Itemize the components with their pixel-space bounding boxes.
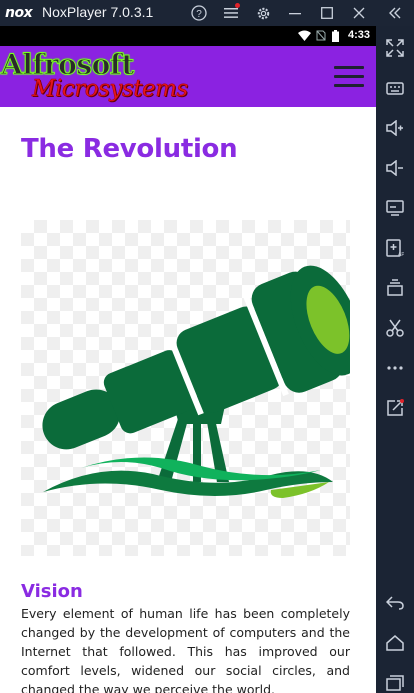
keyboard-icon[interactable] (383, 76, 407, 100)
window-title: NoxPlayer 7.0.3.1 (42, 4, 154, 20)
battery-icon (332, 30, 339, 42)
telescope-illustration (21, 220, 350, 556)
no-sim-icon (316, 30, 326, 41)
scissors-icon[interactable] (383, 316, 407, 340)
wifi-icon (298, 30, 311, 41)
hamburger-menu-button[interactable] (334, 66, 364, 88)
svg-text:?: ? (196, 9, 202, 20)
install-apk-icon[interactable]: APK (383, 236, 407, 260)
logo-text-bottom: Microsystems (32, 76, 189, 103)
collapse-sidebar-icon[interactable] (385, 3, 405, 23)
fullscreen-icon[interactable] (383, 36, 407, 60)
menu-icon[interactable] (221, 3, 241, 23)
minimize-icon[interactable] (285, 3, 305, 23)
section-heading: Vision (21, 581, 83, 602)
svg-text:APK: APK (398, 252, 404, 257)
emulator-title-bar: nox NoxPlayer 7.0.3.1 ? (0, 0, 414, 26)
settings-gear-icon[interactable] (253, 3, 273, 23)
recent-apps-icon[interactable] (383, 671, 407, 693)
page-content: The Revolution Vision Every element of h… (0, 107, 376, 693)
close-icon[interactable] (349, 3, 369, 23)
site-header: Alfrosoft Microsystems (0, 46, 376, 107)
volume-down-icon[interactable] (383, 156, 407, 180)
android-status-bar: 4:33 (0, 26, 376, 46)
hamburger-bar (334, 66, 364, 69)
screen-icon[interactable] (383, 196, 407, 220)
back-icon[interactable] (383, 591, 407, 615)
more-icon[interactable] (383, 356, 407, 380)
hamburger-bar (334, 84, 364, 87)
help-icon[interactable]: ? (189, 3, 209, 23)
volume-up-icon[interactable] (383, 116, 407, 140)
emulator-toolbar: APK (376, 26, 414, 693)
section-paragraph: Every element of human life has been com… (21, 606, 350, 693)
share-icon[interactable] (383, 396, 407, 420)
hamburger-bar (334, 75, 364, 78)
notification-dot (235, 3, 240, 8)
maximize-icon[interactable] (317, 3, 337, 23)
nox-logo: nox (5, 5, 33, 21)
status-time: 4:33 (347, 29, 370, 41)
home-icon[interactable] (383, 631, 407, 655)
page-title: The Revolution (21, 134, 238, 164)
telescope-icon (42, 265, 350, 498)
multi-instance-icon[interactable] (383, 276, 407, 300)
